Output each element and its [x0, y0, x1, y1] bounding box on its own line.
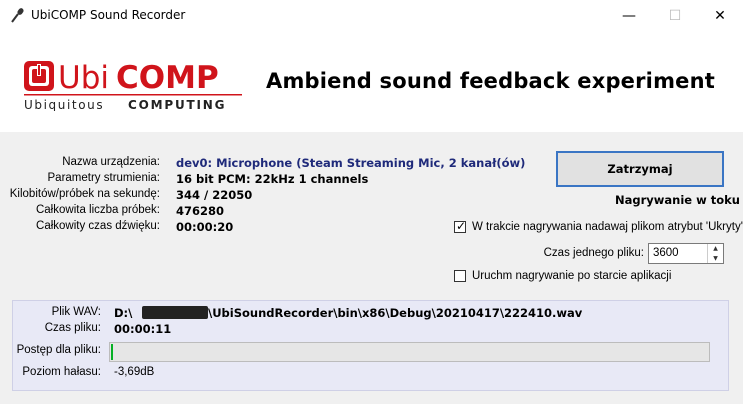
- redacted-path-segment: [142, 306, 208, 319]
- device-name-value: dev0: Microphone (Steam Streaming Mic, 2…: [176, 156, 526, 170]
- device-name-label: Nazwa urządzenia:: [62, 156, 160, 168]
- window-title: UbiCOMP Sound Recorder: [31, 8, 186, 22]
- progress-fill: [111, 344, 113, 360]
- file-duration-spinner[interactable]: 3600 ▲ ▼: [648, 243, 724, 264]
- microphone-icon: [11, 8, 24, 23]
- close-icon: ✕: [714, 7, 726, 24]
- title-bar: UbiCOMP Sound Recorder — ☐ ✕: [0, 0, 743, 31]
- noise-level-value: -3,69dB: [114, 366, 155, 378]
- logo-comp: COMP: [116, 60, 219, 96]
- stream-params-label: Parametry strumienia:: [47, 172, 160, 184]
- recording-status: Nagrywanie w toku: [615, 193, 740, 207]
- spinner-arrows: ▲ ▼: [707, 244, 723, 263]
- stop-button[interactable]: Zatrzymaj: [556, 151, 724, 187]
- hidden-attr-checkbox[interactable]: ✓: [454, 219, 467, 233]
- stream-params-value: 16 bit PCM: 22kHz 1 channels: [176, 172, 369, 186]
- total-time-value: 00:00:20: [176, 220, 234, 234]
- file-time-value: 00:00:11: [114, 322, 172, 336]
- maximize-button[interactable]: ☐: [652, 0, 698, 31]
- close-button[interactable]: ✕: [697, 0, 743, 31]
- ubicomp-logo: Ubi COMP Ubiquitous COMPUTING: [24, 60, 242, 111]
- kbps-value: 344 / 22050: [176, 188, 253, 202]
- autostart-checkbox-label[interactable]: Uruchm nagrywanie po starcie aplikacji: [472, 270, 671, 282]
- total-time-label: Całkowity czas dźwięku:: [36, 220, 160, 232]
- file-duration-label: Czas jednego pliku:: [543, 247, 644, 259]
- noise-level-label: Poziom hałasu:: [22, 366, 101, 378]
- logo-ubi: Ubi: [58, 60, 109, 96]
- minimize-icon: —: [622, 7, 636, 24]
- minimize-button[interactable]: —: [606, 0, 652, 31]
- app-window: UbiCOMP Sound Recorder — ☐ ✕ Ubi COMP Ub…: [0, 0, 743, 404]
- hidden-attr-checkbox-label[interactable]: W trakcie nagrywania nadawaj plikom atry…: [472, 221, 743, 233]
- spin-down-icon[interactable]: ▼: [708, 254, 723, 263]
- progress-label: Postęp dla pliku:: [16, 344, 101, 356]
- total-samples-value: 476280: [176, 204, 225, 218]
- checkmark-icon: ✓: [455, 219, 467, 233]
- file-progress-bar: [109, 342, 710, 362]
- experiment-headline: Ambiend sound feedback experiment: [266, 69, 715, 93]
- wav-file-label: Plik WAV:: [51, 306, 101, 318]
- wav-path-prefix: D:\: [114, 306, 133, 320]
- main-panel: Nazwa urządzenia: dev0: Microphone (Stea…: [0, 132, 743, 404]
- file-time-label: Czas pliku:: [44, 322, 101, 334]
- kbps-label: Kilobitów/próbek na sekundę:: [9, 188, 160, 200]
- wav-path-suffix: \UbiSoundRecorder\bin\x86\Debug\20210417…: [208, 306, 583, 320]
- autostart-checkbox[interactable]: [454, 270, 466, 282]
- spin-up-icon[interactable]: ▲: [708, 244, 723, 253]
- maximize-icon: ☐: [668, 7, 682, 24]
- total-samples-label: Całkowita liczba próbek:: [35, 204, 160, 216]
- logo-sub-right: COMPUTING: [128, 98, 226, 111]
- file-duration-value[interactable]: 3600: [653, 247, 679, 259]
- header-banner: Ubi COMP Ubiquitous COMPUTING Ambiend so…: [0, 31, 743, 132]
- logo-sub-left: Ubiquitous: [24, 98, 104, 111]
